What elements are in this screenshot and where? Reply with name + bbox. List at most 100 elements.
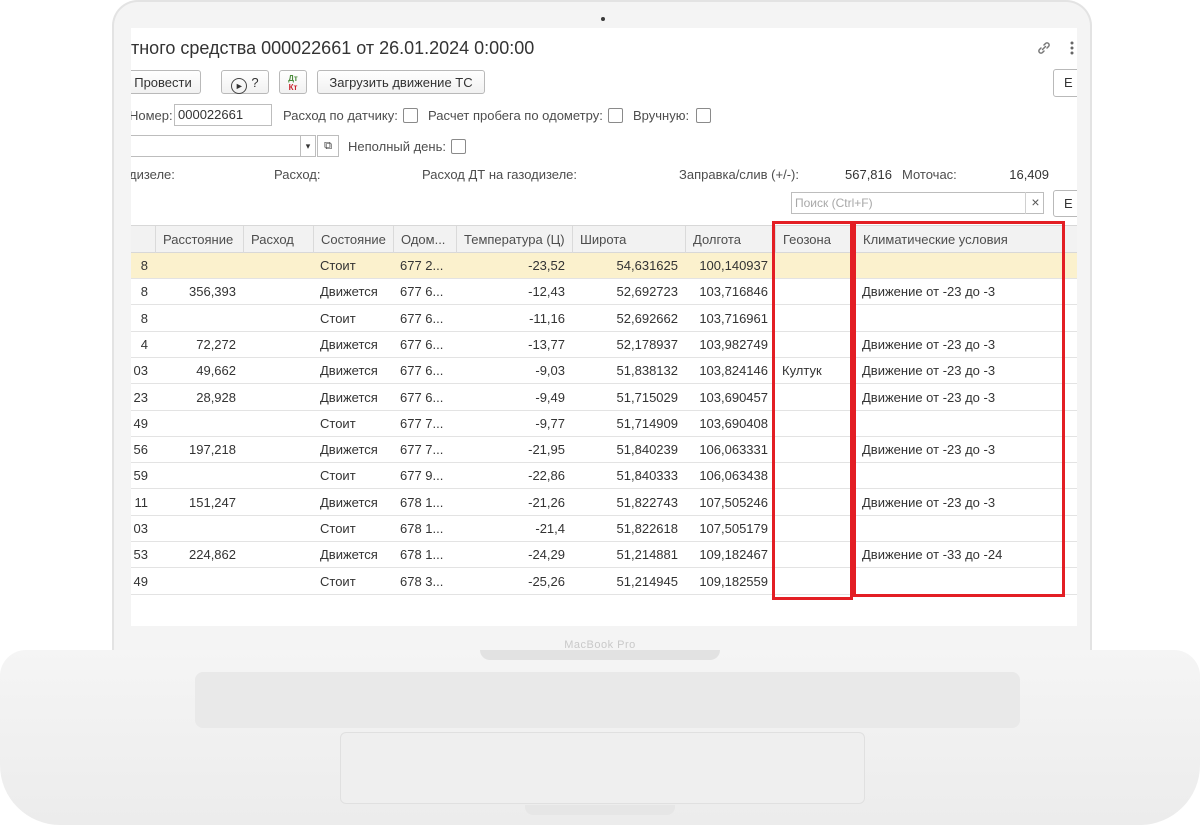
cell-state: Стоит [320, 521, 356, 536]
link-icon[interactable] [1036, 40, 1052, 60]
cell-temperature: -9,49 [535, 389, 565, 405]
cell-index: 49 [133, 573, 148, 589]
cell-odometer: 677 6... [400, 284, 444, 300]
load-movement-button[interactable]: Загрузить движение ТС [317, 70, 485, 94]
cell-state: Движется [320, 494, 378, 510]
cell-geozone: Култук [782, 363, 822, 379]
trackpad [340, 732, 865, 804]
cell-distance: 197,218 [189, 442, 236, 458]
cell-odometer: 678 1... [400, 494, 444, 510]
cell-latitude: 51,840239 [616, 442, 678, 458]
cell-consumption [243, 358, 313, 383]
cell-geozone [775, 516, 855, 541]
cell-longitude: 109,182559 [699, 573, 768, 589]
cell-climate: Движение от -23 до -3 [862, 494, 996, 510]
table-row[interactable]: 03 Стоит 678 1... -21,4 51,822618 107,505179 [131, 516, 1077, 542]
laptop-lip [525, 805, 675, 815]
cell-climate: Движение от -23 до -3 [862, 336, 996, 352]
cell-temperature: -22,86 [528, 468, 565, 484]
table-row[interactable]: 49 Стоит 678 3... -25,26 51,214945 109,182559 [131, 568, 1077, 595]
column-header-climate[interactable]: Климатические условия [855, 226, 1077, 253]
cell-consumption [243, 516, 313, 541]
cell-latitude: 51,214945 [616, 573, 678, 589]
search-input[interactable]: Поиск (Ctrl+F) [791, 192, 1044, 214]
cell-state: Стоит [320, 310, 356, 326]
cell-state: Стоит [320, 573, 356, 589]
cell-index: 49 [133, 415, 148, 431]
cell-latitude: 52,178937 [616, 336, 678, 352]
table-row[interactable]: 23 28,928 Движется 677 6... -9,49 51,715029 10… [131, 384, 1077, 411]
table-row[interactable]: 56 197,218 Движется 677 7... -21,95 51,840239… [131, 437, 1077, 464]
table-row[interactable]: 8 356,393 Движется 677 6... -12,43 52,692723 1… [131, 279, 1077, 306]
cell-distance: 49,662 [196, 363, 236, 379]
column-header-consumption[interactable]: Расход [243, 226, 313, 253]
cell-state: Движется [320, 442, 378, 458]
motohours-label: Моточас: [902, 167, 957, 182]
vehicle-select[interactable] [131, 135, 316, 157]
cell-index: 56 [133, 442, 148, 458]
cell-odometer: 677 6... [400, 310, 444, 326]
partial-day-label: Неполный день: [348, 139, 446, 154]
manual-checkbox[interactable] [696, 108, 711, 123]
odometer-checkbox[interactable] [608, 108, 623, 123]
cell-odometer: 678 1... [400, 547, 444, 563]
right-toolbar-button[interactable]: Е [1053, 69, 1077, 97]
cell-consumption [243, 542, 313, 567]
table-row[interactable]: 8 Стоит 677 2... -23,52 54,631625 100,140937 [131, 253, 1077, 279]
table-row[interactable]: 49 Стоит 677 7... -9,77 51,714909 103,690408 [131, 410, 1077, 437]
cell-latitude: 51,822743 [616, 494, 678, 510]
table-row[interactable]: 03 49,662 Движется 677 6... -9,03 51,838132 10… [131, 358, 1077, 385]
column-header-distance[interactable]: Расстояние [155, 226, 243, 253]
cell-climate [855, 253, 1077, 278]
table-row[interactable]: 59 Стоит 677 9... -22,86 51,840333 106,063438 [131, 463, 1077, 490]
cell-longitude: 103,690457 [699, 389, 768, 405]
camera-dot [601, 17, 605, 21]
chevron-down-icon[interactable]: ▾ [300, 135, 316, 157]
cell-state: Стоит [320, 468, 356, 484]
number-field[interactable]: 000022661 [174, 104, 272, 126]
cell-temperature: -21,26 [528, 494, 565, 510]
close-icon[interactable]: × [1025, 192, 1045, 214]
dt-kt-button[interactable]: Дт Кт [279, 70, 307, 94]
table-row[interactable]: 11 151,247 Движется 678 1... -21,26 51,822743… [131, 489, 1077, 516]
cell-latitude: 52,692723 [616, 284, 678, 300]
table-row[interactable]: 53 224,862 Движется 678 1... -24,29 51,214881… [131, 542, 1077, 569]
table-header: Расстояние Расход Состояние Одом... Темп… [131, 225, 1077, 253]
cell-temperature: -13,77 [528, 336, 565, 352]
cell-state: Движется [320, 547, 378, 563]
cell-odometer: 677 7... [400, 442, 444, 458]
column-header-longitude[interactable]: Долгота [685, 226, 775, 253]
cell-consumption [243, 411, 313, 436]
column-header-temperature[interactable]: Температура (Ц) [456, 226, 572, 253]
laptop-hinge [480, 650, 720, 660]
open-icon[interactable]: ⧉ [317, 135, 339, 157]
cell-longitude: 103,690408 [699, 415, 768, 431]
column-header-state[interactable]: Состояние [313, 226, 393, 253]
cell-longitude: 103,716846 [699, 284, 768, 300]
cell-temperature: -9,77 [535, 415, 565, 431]
cell-latitude: 51,714909 [616, 415, 678, 431]
table-row[interactable]: 4 72,272 Движется 677 6... -13,77 52,178937 10… [131, 331, 1077, 358]
cell-index: 8 [140, 258, 148, 273]
cell-index: 03 [133, 363, 148, 379]
partial-day-checkbox[interactable] [451, 139, 466, 154]
consumption-label: Расход: [274, 167, 321, 182]
cell-consumption [243, 332, 313, 357]
cell-state: Стоит [320, 415, 356, 431]
cell-temperature: -21,4 [535, 521, 565, 536]
table-row[interactable]: 8 Стоит 677 6... -11,16 52,692662 103,716961 [131, 305, 1077, 332]
help-button[interactable]: ►? [221, 70, 269, 94]
sensor-checkbox[interactable] [403, 108, 418, 123]
more-vertical-icon[interactable] [1069, 40, 1075, 60]
right-search-button[interactable]: Е [1053, 190, 1077, 217]
column-header-odometer[interactable]: Одом... [393, 226, 456, 253]
column-header-index[interactable] [131, 226, 155, 253]
cell-state: Движется [320, 363, 378, 379]
cell-index: 23 [133, 389, 148, 405]
post-button[interactable]: Провести [131, 70, 201, 94]
help-label: ? [251, 75, 259, 90]
column-header-latitude[interactable]: Широта [572, 226, 685, 253]
cell-consumption [243, 490, 313, 515]
cell-distance [155, 463, 243, 488]
column-header-geozone[interactable]: Геозона [775, 226, 855, 253]
